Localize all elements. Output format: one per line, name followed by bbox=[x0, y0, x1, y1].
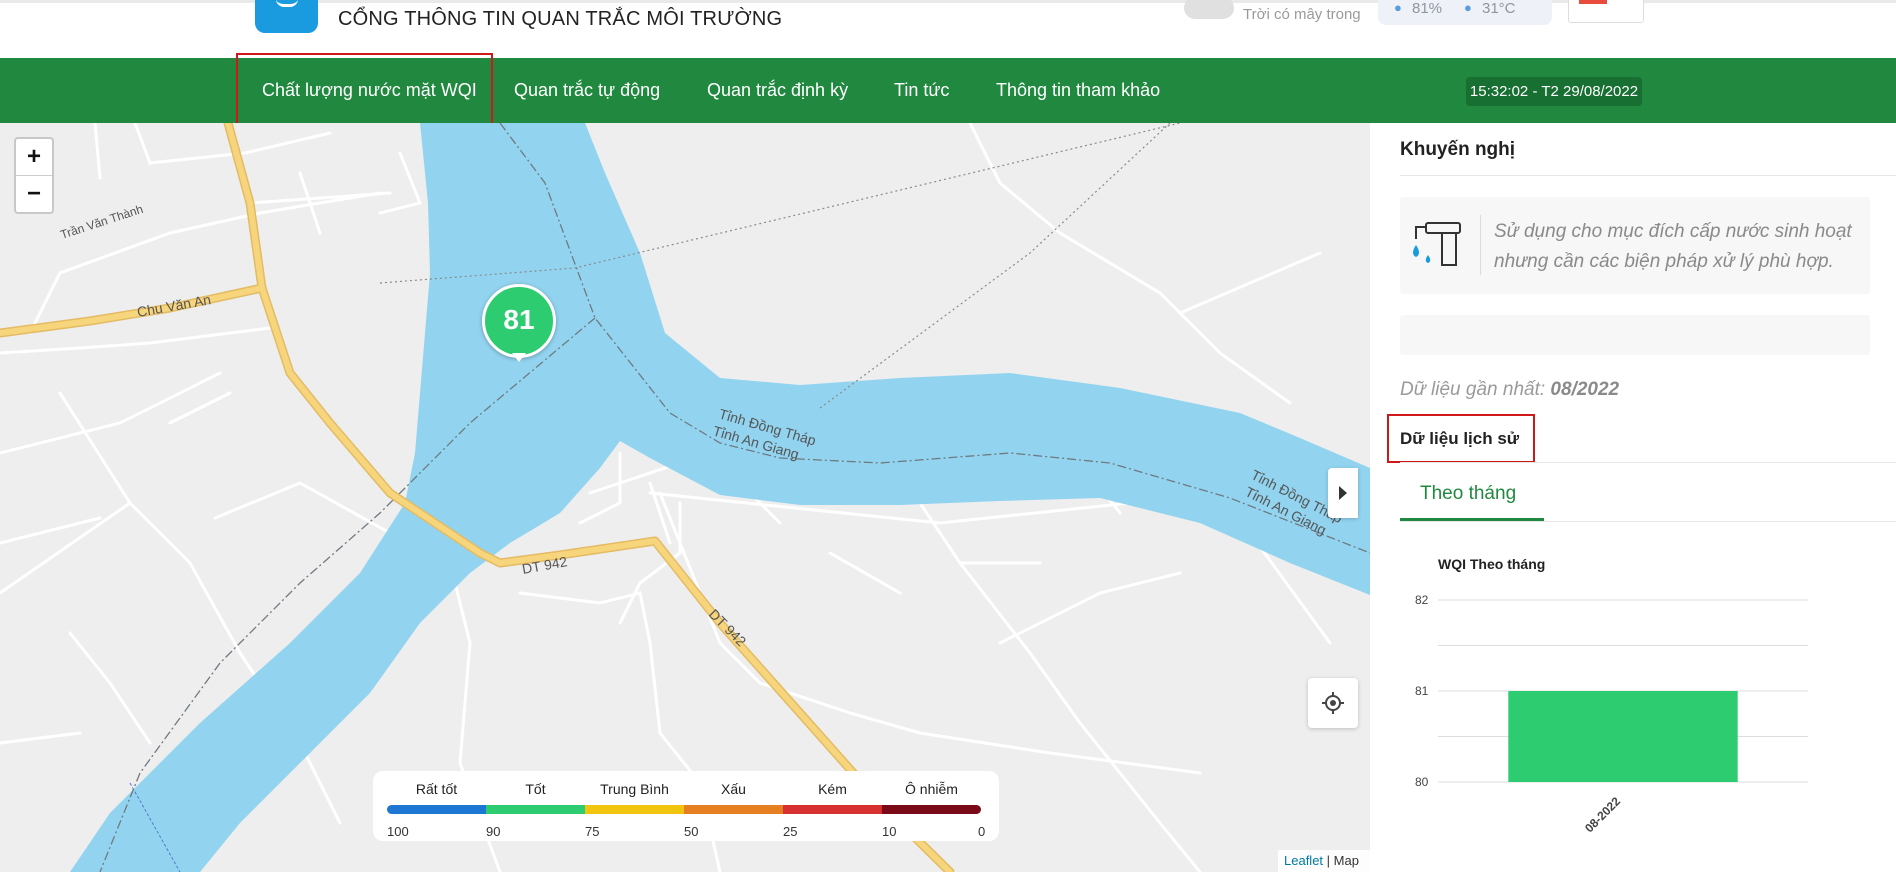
tab-divider bbox=[1400, 521, 1896, 522]
nav-item-periodic-monitoring[interactable]: Quan trắc định kỳ bbox=[707, 58, 848, 123]
nav-highlight-box bbox=[236, 53, 493, 126]
divider bbox=[1400, 175, 1896, 176]
legend-bar-poor bbox=[783, 805, 882, 814]
chart-y-tick: 81 bbox=[1415, 684, 1429, 698]
map-label-chu-van-an: Chu Văn An bbox=[136, 291, 212, 320]
map-tiles: Trần Văn Thành Chu Văn An Tỉnh Đồng Tháp… bbox=[0, 123, 1370, 872]
legend-label-good: Tốt bbox=[525, 781, 546, 797]
chart-x-tick: 08-2022 bbox=[1582, 794, 1623, 833]
map-attribution: Leaflet | Map bbox=[1278, 850, 1370, 872]
legend-bar-good bbox=[486, 805, 585, 814]
chart-y-tick: 80 bbox=[1415, 775, 1429, 789]
legend-label-polluted: Ô nhiễm bbox=[905, 781, 958, 797]
legend-tick: 100 bbox=[387, 824, 409, 839]
latest-data: Dữ liệu gần nhất: 08/2022 bbox=[1400, 379, 1619, 401]
legend-bar-average bbox=[585, 805, 684, 814]
humidity-value: 81% bbox=[1412, 0, 1443, 17]
caret-right-icon bbox=[1339, 486, 1347, 500]
legend-tick: 0 bbox=[978, 824, 986, 839]
map-view[interactable]: Trần Văn Thành Chu Văn An Tỉnh Đồng Tháp… bbox=[0, 123, 1370, 872]
latest-data-label: Dữ liệu gần nhất: bbox=[1400, 379, 1546, 400]
weather-stats: ● 81% ● 31°C bbox=[1378, 0, 1552, 25]
wqi-legend: Rất tốt Tốt Trung Bình Xấu Kém Ô nhiễm 1… bbox=[373, 771, 999, 841]
attribution-text: | Map bbox=[1326, 853, 1359, 868]
station-panel: Khuyến nghị Sử dụng cho mục đích cấp nướ… bbox=[1370, 123, 1896, 872]
legend-bar-bad bbox=[684, 805, 783, 814]
legend-tick: 90 bbox=[486, 824, 501, 839]
top-header: CỔNG THÔNG TIN QUAN TRẮC MÔI TRƯỜNG Trời… bbox=[0, 0, 1896, 58]
water-tap-icon bbox=[1413, 222, 1461, 266]
locate-button[interactable] bbox=[1308, 678, 1358, 728]
legend-label-very-good: Rất tốt bbox=[415, 781, 458, 797]
weather-toggle[interactable] bbox=[1184, 0, 1234, 19]
site-logo[interactable] bbox=[255, 0, 318, 33]
legend-tick: 10 bbox=[882, 824, 897, 839]
legend-label-bad: Xấu bbox=[721, 781, 746, 797]
site-title[interactable]: CỔNG THÔNG TIN QUAN TRẮC MÔI TRƯỜNG bbox=[338, 8, 782, 31]
nav-item-auto-monitoring[interactable]: Quan trắc tự động bbox=[514, 58, 660, 123]
legend-label-poor: Kém bbox=[818, 781, 847, 797]
temperature-drop-icon: ● bbox=[1464, 0, 1472, 15]
recommendation-text: Sử dụng cho mục đích cấp nước sinh hoạt … bbox=[1494, 221, 1852, 272]
language-selector[interactable] bbox=[1568, 0, 1644, 23]
chart-title: WQI Theo tháng bbox=[1438, 556, 1545, 572]
humidity-icon: ● bbox=[1394, 0, 1402, 15]
history-highlight-box bbox=[1387, 414, 1535, 463]
nav-item-news[interactable]: Tin tức bbox=[894, 58, 949, 123]
legend-bar-polluted bbox=[882, 805, 981, 814]
wqi-monthly-chart: WQI Theo tháng 82 81 80 08-2022 bbox=[1415, 556, 1808, 833]
leaflet-link[interactable]: Leaflet bbox=[1284, 853, 1323, 868]
crosshair-icon bbox=[1322, 692, 1344, 714]
map-label-tran-van-thanh: Trần Văn Thành bbox=[59, 202, 145, 242]
legend-tick: 50 bbox=[684, 824, 699, 839]
panel-toggle-button[interactable] bbox=[1328, 468, 1358, 518]
tab-monthly[interactable]: Theo tháng bbox=[1420, 483, 1516, 505]
zoom-in-button[interactable]: + bbox=[16, 139, 52, 176]
marker-pointer bbox=[512, 353, 526, 362]
divider bbox=[1400, 462, 1896, 463]
vietnam-flag-icon bbox=[1579, 0, 1607, 4]
latest-data-value: 08/2022 bbox=[1550, 379, 1620, 400]
zoom-out-button[interactable]: − bbox=[16, 176, 52, 213]
legend-tick: 75 bbox=[585, 824, 600, 839]
legend-label-average: Trung Bình bbox=[600, 781, 669, 797]
nav-item-reference[interactable]: Thông tin tham khảo bbox=[996, 58, 1160, 123]
clock-display: 15:32:02 - T2 29/08/2022 bbox=[1466, 77, 1642, 106]
recommendation-box: Sử dụng cho mục đích cấp nước sinh hoạt … bbox=[1400, 197, 1870, 294]
wqi-station-marker[interactable]: 81 bbox=[482, 284, 556, 358]
legend-tick: 25 bbox=[783, 824, 798, 839]
legend-bar-very-good bbox=[387, 805, 486, 814]
weather-description: Trời có mây trong bbox=[1243, 6, 1361, 23]
recommendation-title: Khuyến nghị bbox=[1400, 139, 1516, 160]
recommendation-separator bbox=[1480, 215, 1481, 275]
chart-bar[interactable] bbox=[1508, 691, 1738, 782]
info-placeholder-box bbox=[1400, 315, 1870, 355]
zoom-control: + − bbox=[14, 137, 54, 214]
logo-smile-icon bbox=[276, 0, 298, 7]
temperature-value: 31°C bbox=[1482, 0, 1516, 17]
chart-y-tick: 82 bbox=[1415, 593, 1429, 607]
